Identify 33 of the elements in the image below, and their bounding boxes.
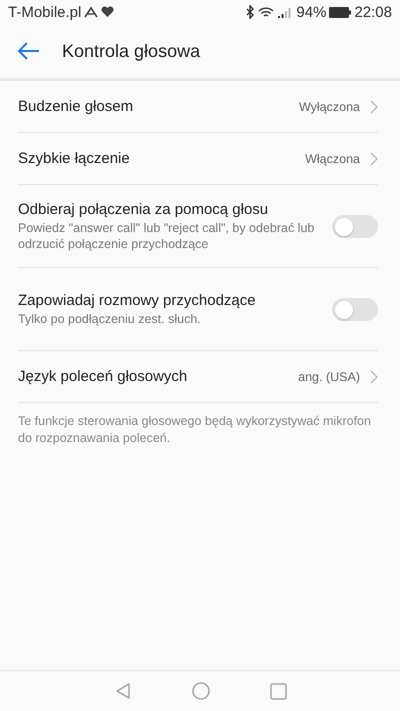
- setting-value: Włączona: [305, 152, 360, 166]
- navigation-icon: [84, 6, 98, 18]
- setting-label: Zapowiadaj rozmowy przychodzące: [18, 292, 257, 309]
- setting-label: Szybkie łączenie: [18, 150, 131, 167]
- footer-note: Te funkcje sterowania głosowego będą wykorzystywać mikrofon do rozpoznawania poleceń.: [18, 413, 372, 447]
- signal-icon: [277, 6, 294, 18]
- page-title: Kontrola głosowa: [62, 40, 200, 62]
- battery-percent: 94%: [296, 4, 326, 20]
- toggle-switch[interactable]: [332, 215, 378, 238]
- heart-icon: [101, 6, 114, 18]
- carrier-name: T-Mobile.pl: [8, 4, 82, 20]
- battery-icon: [329, 6, 352, 18]
- settings-row[interactable]: Szybkie łączenie Włączona: [18, 133, 378, 185]
- settings-row[interactable]: Język poleceń głosowych ang. (USA): [18, 351, 378, 403]
- toggle-switch[interactable]: [332, 298, 378, 321]
- bluetooth-icon: [246, 5, 256, 19]
- setting-label: Budzenie głosem: [18, 98, 134, 115]
- settings-row[interactable]: Budzenie głosem Wyłączona: [18, 81, 378, 133]
- setting-value: Wyłączona: [298, 100, 360, 114]
- back-nav-button[interactable]: [114, 682, 132, 700]
- setting-label: Język poleceń głosowych: [18, 368, 188, 385]
- wifi-icon: [258, 6, 274, 18]
- home-nav-button[interactable]: [192, 682, 210, 700]
- setting-description: Powiedz "answer call" lub "reject call", by odebrać lub odrzucić połączenie przychodzące: [18, 220, 316, 252]
- chevron-right-icon: [370, 370, 378, 384]
- clock-time: 22:08: [354, 4, 392, 20]
- setting-label: Odbieraj połączenia za pomocą głosu: [18, 201, 270, 218]
- setting-description: Tylko po podłączeniu zest. słuch.: [18, 311, 202, 327]
- chevron-right-icon: [370, 152, 378, 166]
- setting-value: ang. (USA): [298, 370, 360, 384]
- back-button[interactable]: [18, 42, 40, 60]
- chevron-right-icon: [370, 100, 378, 114]
- recents-nav-button[interactable]: [270, 682, 286, 700]
